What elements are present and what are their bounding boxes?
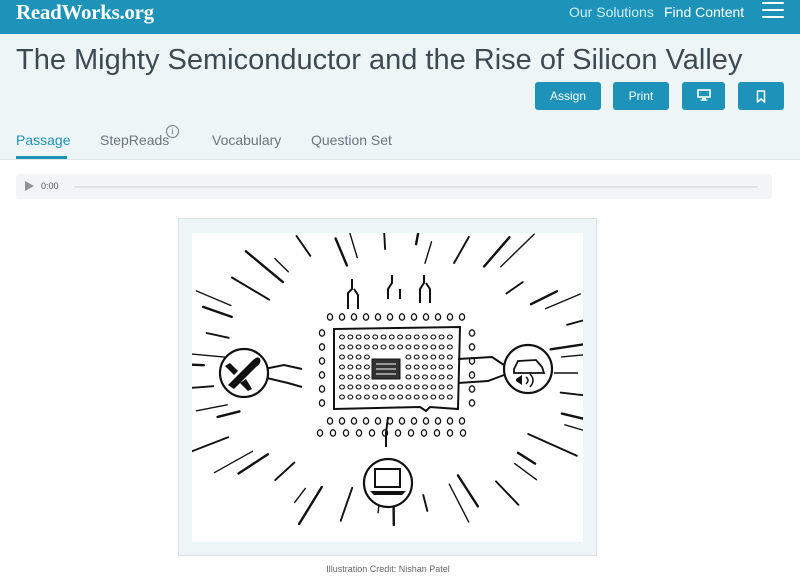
audio-progress-track[interactable] — [74, 186, 758, 188]
tab-stepreads[interactable]: StepReads — [100, 132, 169, 148]
illustration — [153, 208, 614, 542]
tab-passage[interactable]: Passage — [16, 132, 70, 148]
monitor-icon — [696, 89, 711, 101]
tab-question-set[interactable]: Question Set — [311, 132, 392, 148]
microchip-icon — [316, 275, 476, 437]
illustration-frame — [153, 208, 614, 556]
tab-vocabulary[interactable]: Vocabulary — [212, 132, 281, 148]
nav-find-content[interactable]: Find Content — [664, 4, 744, 20]
hamburger-icon[interactable] — [762, 0, 784, 20]
semiconductor-illustration — [153, 208, 614, 527]
bookmark-button[interactable] — [738, 82, 784, 110]
nav-our-solutions[interactable]: Our Solutions — [569, 4, 654, 20]
audio-player: 0:00 — [16, 174, 772, 199]
info-icon[interactable]: i — [166, 125, 179, 138]
top-nav-bar: ReadWorks.org Our Solutions Find Content — [0, 0, 800, 34]
page-title: The Mighty Semiconductor and the Rise of… — [16, 44, 743, 76]
play-icon[interactable] — [25, 181, 34, 191]
bookmark-icon — [756, 90, 766, 103]
illustration-caption: Illustration Credit: Nishan Patel — [326, 564, 450, 574]
readworks-logo[interactable]: ReadWorks.org — [16, 0, 154, 24]
present-button[interactable] — [682, 82, 725, 110]
assign-button[interactable]: Assign — [535, 82, 601, 110]
active-tab-indicator — [16, 156, 67, 159]
print-button[interactable]: Print — [613, 82, 669, 110]
article-header: The Mighty Semiconductor and the Rise of… — [0, 34, 800, 160]
airplane-icon — [218, 347, 303, 399]
audio-time: 0:00 — [41, 181, 59, 191]
